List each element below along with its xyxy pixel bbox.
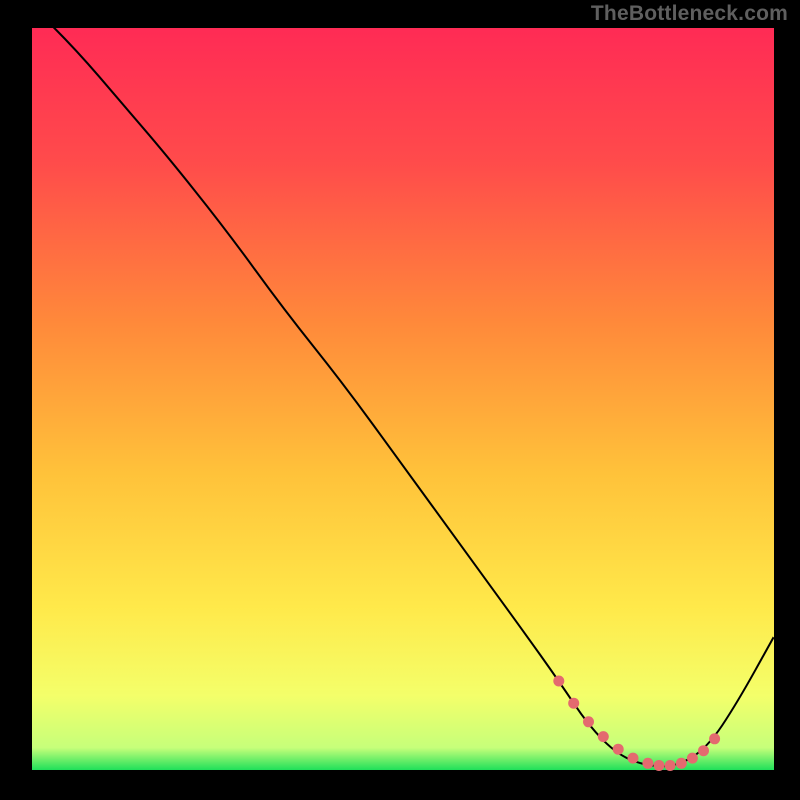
sweet-spot-marker [642,758,653,769]
sweet-spot-marker [568,698,579,709]
sweet-spot-marker [687,753,698,764]
sweet-spot-marker [654,760,665,771]
plot-background [32,28,774,770]
sweet-spot-marker [628,753,639,764]
sweet-spot-marker [583,716,594,727]
sweet-spot-marker [709,733,720,744]
watermark-text: TheBottleneck.com [591,2,788,26]
sweet-spot-marker [676,758,687,769]
sweet-spot-marker [598,731,609,742]
sweet-spot-marker [698,745,709,756]
sweet-spot-marker [613,744,624,755]
sweet-spot-marker [553,676,564,687]
sweet-spot-marker [665,760,676,771]
chart-container: TheBottleneck.com [0,0,800,800]
bottleneck-curve-chart [0,0,800,800]
